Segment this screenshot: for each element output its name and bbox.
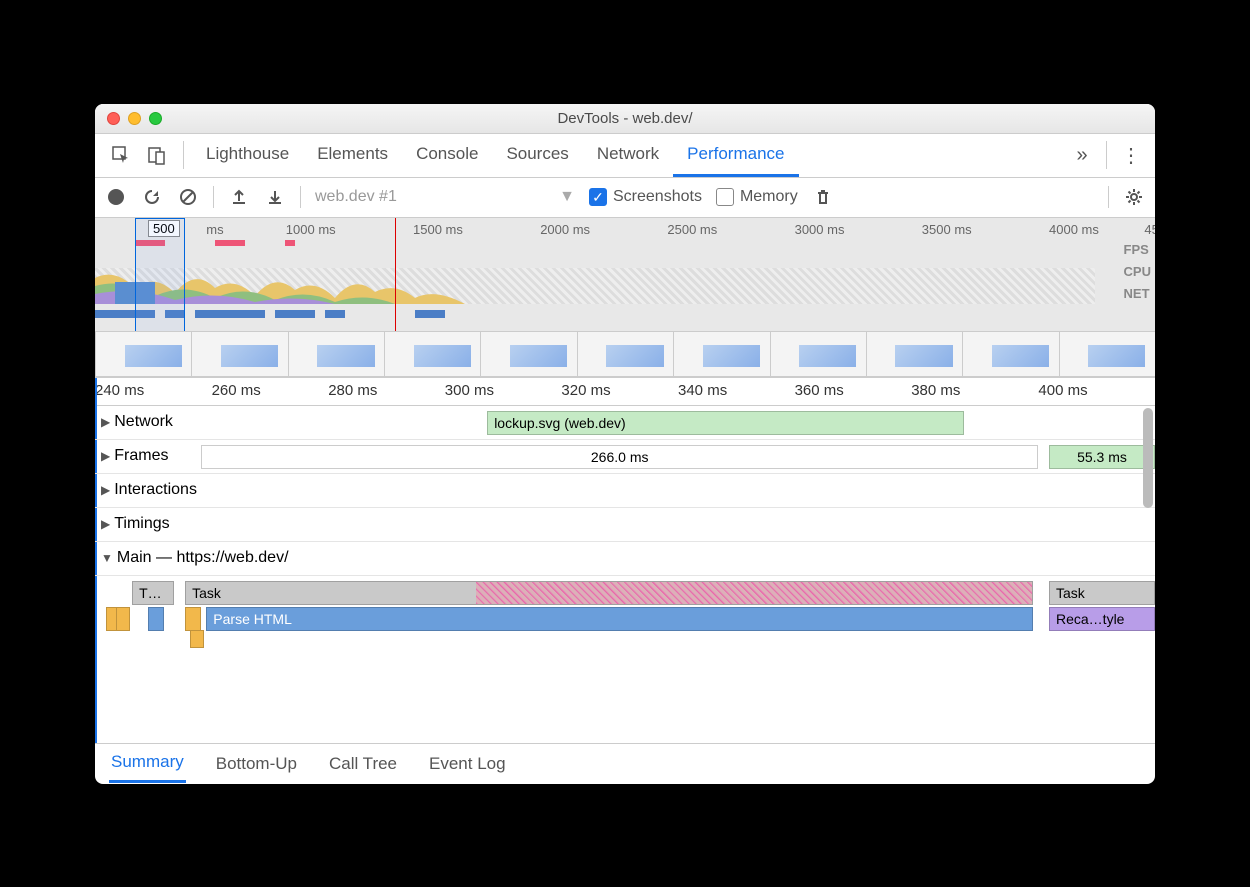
performance-toolbar: web.dev #1 ▼ ✓ Screenshots Memory (95, 178, 1155, 218)
clear-button[interactable] (177, 186, 199, 208)
recording-name: web.dev #1 (315, 188, 397, 206)
tab-sources[interactable]: Sources (492, 134, 582, 177)
flame-row: T… Task Task (95, 576, 1155, 602)
ruler-tick: 400 ms (1038, 382, 1087, 399)
kebab-menu-icon[interactable]: ⋮ (1115, 143, 1147, 168)
devtools-window: DevTools - web.dev/ LighthouseElementsCo… (95, 104, 1155, 784)
overview-tick: 1500 ms (413, 222, 463, 237)
cpu-lane (95, 268, 1095, 304)
flame-row: Parse HTML Reca…tyle (95, 602, 1155, 628)
expand-icon[interactable]: ▶ (101, 449, 110, 463)
inspect-element-icon[interactable] (107, 141, 135, 169)
ruler-tick: 280 ms (328, 382, 377, 399)
tab-performance[interactable]: Performance (673, 134, 798, 177)
overview-tick: 2000 ms (540, 222, 590, 237)
tab-network[interactable]: Network (583, 134, 673, 177)
checkbox-unchecked-icon (716, 188, 734, 206)
panel-tabs: LighthouseElementsConsoleSourcesNetworkP… (95, 134, 1155, 178)
filmstrip-thumbnail[interactable] (95, 331, 192, 377)
ruler-tick: 340 ms (678, 382, 727, 399)
screenshots-filmstrip[interactable] (95, 331, 1155, 377)
recording-selector[interactable]: web.dev #1 ▼ (315, 188, 575, 206)
frame-bar[interactable]: 55.3 ms (1049, 445, 1155, 469)
details-tab-event-log[interactable]: Event Log (427, 746, 508, 782)
ruler-tick: 320 ms (561, 382, 610, 399)
overview-tick: 1000 ms (286, 222, 336, 237)
net-lane (95, 310, 1095, 318)
more-tabs-button[interactable]: » (1066, 144, 1098, 167)
filmstrip-thumbnail[interactable] (480, 331, 577, 377)
checkbox-checked-icon: ✓ (589, 188, 607, 206)
fps-lane-label: FPS (1124, 242, 1151, 264)
ruler-tick: 300 ms (445, 382, 494, 399)
ruler-tick: 260 ms (212, 382, 261, 399)
garbage-collect-icon[interactable] (812, 186, 834, 208)
flame-row (95, 628, 1155, 654)
tab-lighthouse[interactable]: Lighthouse (192, 134, 303, 177)
tab-console[interactable]: Console (402, 134, 492, 177)
chevron-down-icon: ▼ (559, 188, 575, 206)
overview-tick: 3000 ms (795, 222, 845, 237)
timings-track[interactable]: ▶Timings (95, 508, 1155, 542)
window-title: DevTools - web.dev/ (95, 110, 1155, 127)
timeline-ruler: 240 ms 260 ms 280 ms 300 ms 320 ms 340 ms 360 … (95, 378, 1155, 406)
titlebar: DevTools - web.dev/ (95, 104, 1155, 134)
overview-tick: 2500 ms (667, 222, 717, 237)
collapse-icon[interactable]: ▼ (101, 551, 113, 565)
expand-icon[interactable]: ▶ (101, 517, 110, 531)
cpu-lane-label: CPU (1124, 264, 1151, 286)
overview-pane[interactable]: 500ms1000 ms1500 ms2000 ms2500 ms3000 ms… (95, 218, 1155, 378)
settings-gear-icon[interactable] (1123, 186, 1145, 208)
device-toolbar-icon[interactable] (143, 141, 171, 169)
network-request-bar[interactable]: lockup.svg (web.dev) (487, 411, 964, 435)
expand-icon[interactable]: ▶ (101, 483, 110, 497)
filmstrip-thumbnail[interactable] (673, 331, 770, 377)
ruler-tick: 380 ms (911, 382, 960, 399)
main-track-header[interactable]: ▼Main — https://web.dev/ (95, 542, 1155, 576)
filmstrip-thumbnail[interactable] (1059, 331, 1155, 377)
details-tab-call-tree[interactable]: Call Tree (327, 746, 399, 782)
details-tab-bottom-up[interactable]: Bottom-Up (214, 746, 299, 782)
fps-lane (95, 240, 1095, 246)
overview-tick: 4000 ms (1049, 222, 1099, 237)
filmstrip-thumbnail[interactable] (191, 331, 288, 377)
details-tabs: Summary Bottom-Up Call Tree Event Log (95, 744, 1155, 784)
record-button[interactable] (105, 186, 127, 208)
overview-tick: 45 (1144, 222, 1155, 237)
filmstrip-thumbnail[interactable] (577, 331, 674, 377)
vertical-scrollbar[interactable] (1143, 408, 1153, 508)
overview-tick: 3500 ms (922, 222, 972, 237)
interactions-track[interactable]: ▶Interactions (95, 474, 1155, 508)
details-tab-summary[interactable]: Summary (109, 744, 186, 783)
ruler-tick: 360 ms (795, 382, 844, 399)
flame-chart[interactable]: 240 ms 260 ms 280 ms 300 ms 320 ms 340 ms 360 … (95, 378, 1155, 744)
reload-record-button[interactable] (141, 186, 163, 208)
filmstrip-thumbnail[interactable] (962, 331, 1059, 377)
overview-tick: ms (206, 222, 223, 237)
load-profile-icon[interactable] (228, 186, 250, 208)
net-lane-label: NET (1124, 286, 1151, 308)
network-track[interactable]: ▶Network lockup.svg (web.dev) (95, 406, 1155, 440)
memory-checkbox[interactable]: Memory (716, 188, 798, 206)
filmstrip-thumbnail[interactable] (866, 331, 963, 377)
frame-bar[interactable]: 266.0 ms (201, 445, 1038, 469)
screenshots-checkbox[interactable]: ✓ Screenshots (589, 188, 702, 206)
ruler-tick: 240 ms (95, 382, 144, 399)
expand-icon[interactable]: ▶ (101, 415, 110, 429)
filmstrip-thumbnail[interactable] (770, 331, 867, 377)
tab-elements[interactable]: Elements (303, 134, 402, 177)
save-profile-icon[interactable] (264, 186, 286, 208)
filmstrip-thumbnail[interactable] (384, 331, 481, 377)
flame-bar[interactable] (190, 630, 204, 648)
filmstrip-thumbnail[interactable] (288, 331, 385, 377)
frames-track[interactable]: ▶Frames 266.0 ms 55.3 ms (95, 440, 1155, 474)
